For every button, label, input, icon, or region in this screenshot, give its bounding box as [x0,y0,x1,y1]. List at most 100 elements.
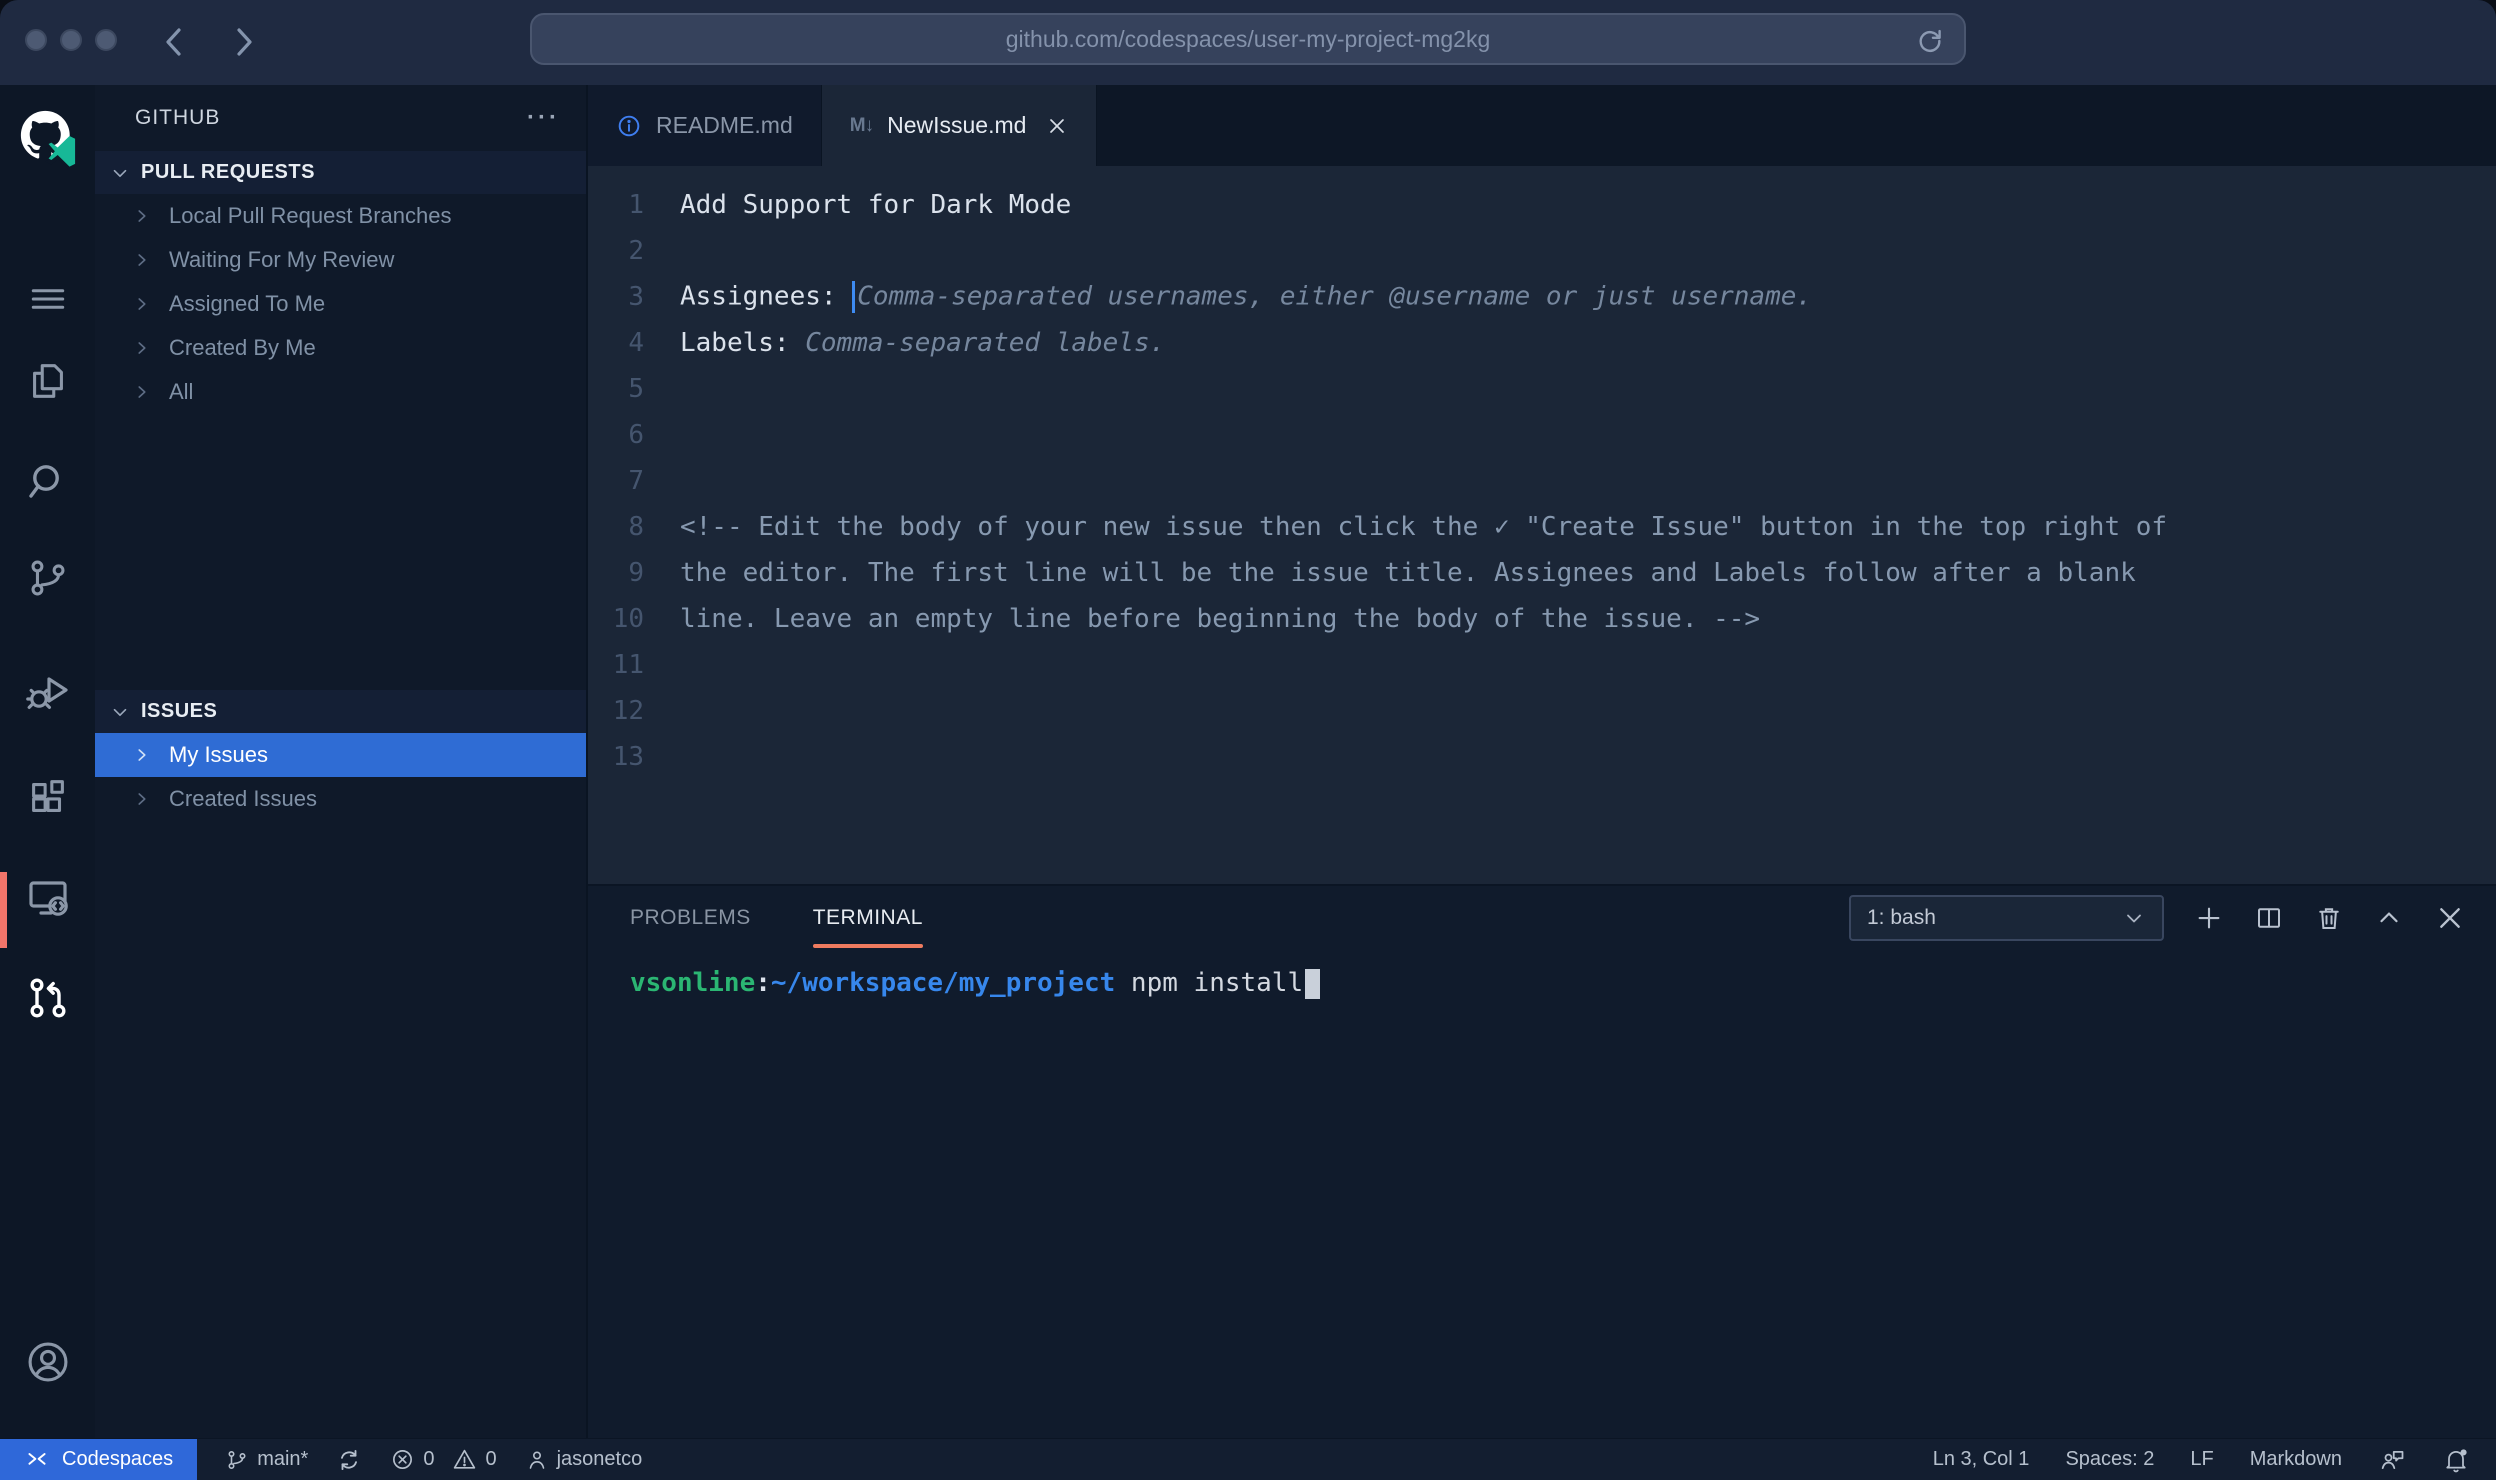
chevron-right-icon [131,293,153,315]
problems-indicator[interactable]: 0 0 [390,1447,496,1472]
pull-requests-icon[interactable] [0,960,95,1036]
browser-chrome: github.com/codespaces/user-my-project-mg… [0,0,2496,85]
close-window-button[interactable] [25,29,47,51]
tab-readme[interactable]: README.md [588,85,822,166]
editor-line[interactable]: 7 [588,458,2496,504]
feedback-icon[interactable] [2378,1446,2406,1474]
tree-item-created-by-me[interactable]: Created By Me [95,326,586,370]
line-number: 6 [588,420,644,450]
selected-shell: 1: bash [1867,906,1936,930]
tree-item-label: Created Issues [169,786,317,812]
minimize-window-button[interactable] [60,29,82,51]
cursor-position[interactable]: Ln 3, Col 1 [1933,1448,2030,1471]
tree-item-waiting-for-my-review[interactable]: Waiting For My Review [95,238,586,282]
tab-label: NewIssue.md [887,112,1026,139]
zoom-window-button[interactable] [95,29,117,51]
forward-arrow-icon[interactable] [228,22,258,62]
sidebar-spacer [95,414,586,690]
kill-terminal-trash-icon[interactable] [2314,903,2344,933]
language-mode[interactable]: Markdown [2250,1448,2342,1471]
close-icon[interactable] [1046,115,1068,137]
tab-terminal[interactable]: TERMINAL [813,886,923,950]
section-label: PULL REQUESTS [141,161,315,184]
line-number: 9 [588,558,644,588]
maximize-chevron-up-icon[interactable] [2374,903,2404,933]
status-bar: Codespaces main* 0 0 jasonetco [0,1438,2496,1480]
menu-icon[interactable] [0,261,95,337]
tab-newissue[interactable]: M↓ NewIssue.md [822,85,1098,166]
terminal-command: npm install [1131,968,1303,998]
section-header-pull-requests[interactable]: PULL REQUESTS [95,151,586,194]
explorer-icon[interactable] [0,343,95,419]
editor-line[interactable]: 9the editor. The first line will be the … [588,550,2496,596]
address-bar[interactable]: github.com/codespaces/user-my-project-mg… [530,13,1966,65]
editor-line[interactable]: 1Add Support for Dark Mode [588,182,2496,228]
terminal-user: vsonline [630,968,755,998]
active-view-indicator [0,872,7,948]
chevron-down-icon [2122,906,2146,930]
tree-item-created-issues[interactable]: Created Issues [95,777,586,821]
back-arrow-icon[interactable] [160,22,190,62]
section-header-issues[interactable]: ISSUES [95,690,586,733]
sidebar-github-panel: GITHUB ··· PULL REQUESTS Local Pull Requ… [95,85,588,1438]
eol-selector[interactable]: LF [2190,1448,2213,1471]
editor-line[interactable]: 4Labels: Comma-separated labels. [588,320,2496,366]
tree-item-assigned-to-me[interactable]: Assigned To Me [95,282,586,326]
line-number: 5 [588,374,644,404]
branch-indicator[interactable]: main* [225,1448,308,1472]
tree-item-local-pull-request-branches[interactable]: Local Pull Request Branches [95,194,586,238]
editor-line[interactable]: 11 [588,642,2496,688]
line-number: 13 [588,742,644,772]
tree-item-label: Assigned To Me [169,291,325,317]
terminal-prompt-line[interactable]: vsonline:~/workspace/my_project npm inst… [630,968,2496,999]
url-text: github.com/codespaces/user-my-project-mg… [1006,26,1490,53]
editor-line[interactable]: 2 [588,228,2496,274]
codespaces-status-badge[interactable]: Codespaces [0,1439,197,1480]
tree-item-label: My Issues [169,742,268,768]
line-number: 1 [588,190,644,220]
more-actions-icon[interactable]: ··· [527,104,560,132]
extensions-icon[interactable] [0,760,95,836]
tree-item-my-issues[interactable]: My Issues [95,733,586,777]
line-number: 12 [588,696,644,726]
close-panel-icon[interactable] [2434,902,2466,934]
notifications-bell-icon[interactable] [2442,1446,2470,1474]
codespaces-window: github.com/codespaces/user-my-project-mg… [0,0,2496,1480]
editor-cursor [852,281,855,313]
issues-tree: My Issues Created Issues [95,733,586,821]
line-content: <!-- Edit the body of your new issue the… [680,512,2167,542]
reload-icon[interactable] [1914,25,1946,57]
editor-content[interactable]: 1Add Support for Dark Mode23Assignees: C… [588,166,2496,884]
editor-line[interactable]: 12 [588,688,2496,734]
editor-line[interactable]: 6 [588,412,2496,458]
terminal-instance-select[interactable]: 1: bash [1849,895,2164,941]
line-content: Labels: Comma-separated labels. [680,328,1165,358]
signed-in-user[interactable]: jasonetco [525,1448,643,1472]
tree-item-all[interactable]: All [95,370,586,414]
window-controls[interactable] [25,29,117,51]
tab-label: README.md [656,112,793,139]
warning-count: 0 [485,1448,496,1471]
chevron-right-icon [131,744,153,766]
line-number: 7 [588,466,644,496]
editor-line[interactable]: 10line. Leave an empty line before begin… [588,596,2496,642]
sync-button[interactable] [336,1447,362,1473]
tab-problems[interactable]: PROBLEMS [630,886,751,950]
chevron-down-icon [109,701,131,723]
editor-line[interactable]: 8<!-- Edit the body of your new issue th… [588,504,2496,550]
account-icon[interactable] [0,1324,95,1400]
split-terminal-icon[interactable] [2254,903,2284,933]
new-terminal-plus-icon[interactable] [2194,903,2224,933]
editor-line[interactable]: 13 [588,734,2496,780]
markdown-icon: M↓ [850,115,873,137]
search-icon[interactable] [0,443,95,519]
source-control-icon[interactable] [0,540,95,616]
line-content: line. Leave an empty line before beginni… [680,604,1760,634]
editor-line[interactable]: 5 [588,366,2496,412]
chevron-right-icon [131,249,153,271]
remote-explorer-icon[interactable] [0,860,95,936]
editor-line[interactable]: 3Assignees: Comma-separated usernames, e… [588,274,2496,320]
indentation[interactable]: Spaces: 2 [2065,1448,2154,1471]
debug-icon[interactable] [0,654,95,730]
chevron-right-icon [131,205,153,227]
